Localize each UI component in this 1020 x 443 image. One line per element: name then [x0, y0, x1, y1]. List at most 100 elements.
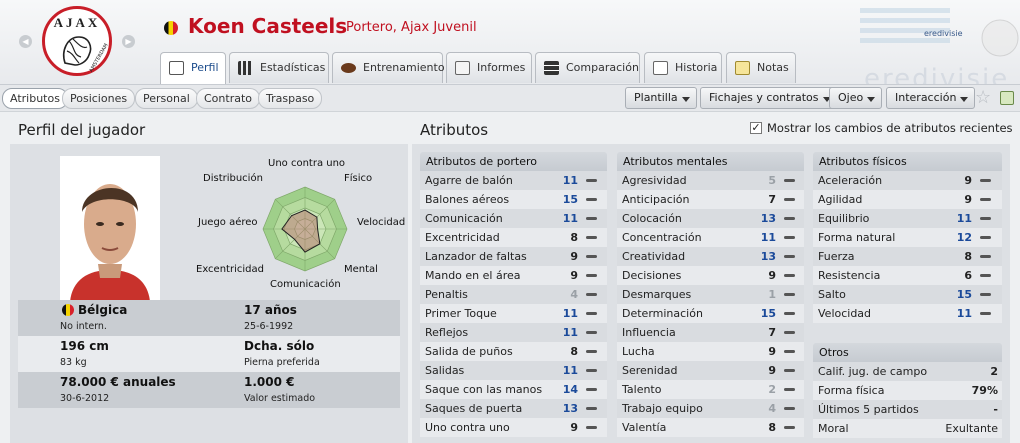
plantilla-menu-button[interactable]: Plantilla: [625, 87, 697, 109]
show-changes-label: Mostrar los cambios de atributos recient…: [767, 121, 1013, 135]
attribute-name: Reflejos: [425, 326, 469, 339]
tab-informes[interactable]: Informes: [446, 52, 532, 83]
attribute-name: Excentricidad: [425, 231, 500, 244]
no-change-icon: [586, 236, 597, 239]
attribute-name: Salto: [818, 288, 846, 301]
contract-end: 30-6-2012: [60, 393, 110, 404]
subtab-contrato[interactable]: Contrato: [196, 88, 261, 109]
attribute-value: 15: [760, 307, 776, 320]
attribute-row[interactable]: Valentía 8: [617, 418, 804, 437]
attribute-row[interactable]: Aceleración 9: [813, 171, 1002, 190]
profile-icon: [169, 61, 184, 75]
attribute-value: 9: [964, 193, 972, 206]
attribute-row[interactable]: Excentricidad 8: [420, 228, 607, 247]
attribute-row[interactable]: Decisiones 9: [617, 266, 804, 285]
tab-notas[interactable]: Notas: [726, 52, 796, 83]
tab-label: Comparación: [566, 61, 639, 74]
attribute-row[interactable]: Influencia 7: [617, 323, 804, 342]
tab-comparacion[interactable]: Comparación: [535, 52, 640, 83]
club-logo[interactable]: AJAX AMSTERDAM: [42, 6, 112, 76]
attribute-name: Primer Toque: [425, 307, 497, 320]
tab-historia[interactable]: Historia: [644, 52, 722, 83]
nationality[interactable]: Bélgica: [78, 303, 127, 317]
attribute-value: 9: [768, 364, 776, 377]
tab-perfil[interactable]: Perfil: [160, 52, 226, 84]
attribute-row[interactable]: Mando en el área 9: [420, 266, 607, 285]
wage[interactable]: 78.000 € anuales: [60, 375, 176, 389]
ball-icon: [341, 63, 356, 73]
tab-entrenamiento[interactable]: Entrenamiento: [332, 52, 445, 83]
attribute-name: Agarre de balón: [425, 174, 513, 187]
attribute-row[interactable]: Talento 2: [617, 380, 804, 399]
attribute-row[interactable]: Reflejos 11: [420, 323, 607, 342]
radar-label: Excentricidad: [196, 264, 264, 275]
add-to-shortlist-icon[interactable]: [1000, 91, 1014, 105]
attribute-row[interactable]: Penaltis 4: [420, 285, 607, 304]
other-stat-row: Calif. jug. de campo 2: [813, 362, 1002, 381]
attribute-row[interactable]: Salto 15: [813, 285, 1002, 304]
attribute-value: 9: [570, 269, 578, 282]
attribute-row[interactable]: Saque con las manos 14: [420, 380, 607, 399]
attribute-value: 7: [768, 326, 776, 339]
attribute-row[interactable]: Resistencia 6: [813, 266, 1002, 285]
attribute-row[interactable]: Primer Toque 11: [420, 304, 607, 323]
attribute-row[interactable]: Saques de puerta 13: [420, 399, 607, 418]
attribute-row[interactable]: Creatividad 13: [617, 247, 804, 266]
subtab-traspaso[interactable]: Traspaso: [258, 88, 323, 109]
attribute-row[interactable]: Agarre de balón 11: [420, 171, 607, 190]
radar-label: Mental: [344, 264, 378, 275]
attribute-row[interactable]: Fuerza 8: [813, 247, 1002, 266]
preferred-foot: Dcha. sólo: [244, 339, 315, 353]
attribute-row[interactable]: Forma natural 12: [813, 228, 1002, 247]
goalkeeper-attributes: Atributos de portero Agarre de balón 11 Ba…: [420, 152, 607, 437]
subtab-personal[interactable]: Personal: [135, 88, 198, 109]
attribute-row[interactable]: Trabajo equipo 4: [617, 399, 804, 418]
attribute-row[interactable]: Lanzador de faltas 9: [420, 247, 607, 266]
show-changes-checkbox[interactable]: ✓: [750, 122, 762, 134]
attribute-row[interactable]: Desmarques 1: [617, 285, 804, 304]
estimated-value-label: Valor estimado: [244, 393, 316, 404]
attribute-row[interactable]: Velocidad 11: [813, 304, 1002, 323]
fichajes-menu-button[interactable]: Fichajes y contratos: [700, 87, 838, 109]
forward-arrow-icon[interactable]: ▶: [122, 35, 135, 48]
attribute-value: 2: [768, 383, 776, 396]
subtab-posiciones[interactable]: Posiciones: [62, 88, 136, 109]
attribute-row[interactable]: Salida de puños 8: [420, 342, 607, 361]
attribute-row[interactable]: Agresividad 5: [617, 171, 804, 190]
star-icon[interactable]: ☆: [975, 87, 991, 108]
attribute-row[interactable]: Salidas 11: [420, 361, 607, 380]
attribute-value: 4: [570, 288, 578, 301]
notes-icon: [735, 61, 750, 75]
report-icon: [455, 61, 470, 75]
no-change-icon: [784, 293, 795, 296]
interaccion-menu-button[interactable]: Interacción: [886, 87, 976, 109]
attribute-row[interactable]: Comunicación 11: [420, 209, 607, 228]
attribute-row[interactable]: Serenidad 9: [617, 361, 804, 380]
attribute-row[interactable]: Uno contra uno 9: [420, 418, 607, 437]
attribute-row[interactable]: Colocación 13: [617, 209, 804, 228]
attribute-value: 15: [562, 193, 578, 206]
attribute-name: Balones aéreos: [425, 193, 510, 206]
attribute-value: 12: [956, 231, 972, 244]
attribute-row[interactable]: Lucha 9: [617, 342, 804, 361]
attribute-value: 11: [956, 307, 972, 320]
profile-panel: Uno contra uno Físico Velocidad Mental C…: [10, 144, 408, 443]
attribute-row[interactable]: Balones aéreos 15: [420, 190, 607, 209]
attributes-title: Atributos: [420, 121, 489, 139]
attribute-row[interactable]: Agilidad 9: [813, 190, 1002, 209]
ojeo-menu-button[interactable]: Ojeo: [829, 87, 883, 109]
attribute-row[interactable]: Concentración 11: [617, 228, 804, 247]
back-arrow-icon[interactable]: ◀: [19, 35, 32, 48]
no-change-icon: [586, 179, 597, 182]
radar-label: Físico: [344, 173, 373, 184]
otros-header: Otros: [813, 343, 1002, 362]
tab-estadisticas[interactable]: Estadísticas: [229, 52, 329, 83]
attribute-row[interactable]: Anticipación 7: [617, 190, 804, 209]
attribute-row[interactable]: Determinación 15: [617, 304, 804, 323]
attribute-value: 13: [760, 212, 776, 225]
attribute-row[interactable]: Equilibrio 11: [813, 209, 1002, 228]
subtab-atributos[interactable]: Atributos: [2, 88, 68, 109]
preferred-foot-label: Pierna preferida: [244, 357, 320, 368]
player-position-club[interactable]: Portero, Ajax Juvenil: [346, 20, 477, 35]
attribute-value: 9: [570, 421, 578, 434]
